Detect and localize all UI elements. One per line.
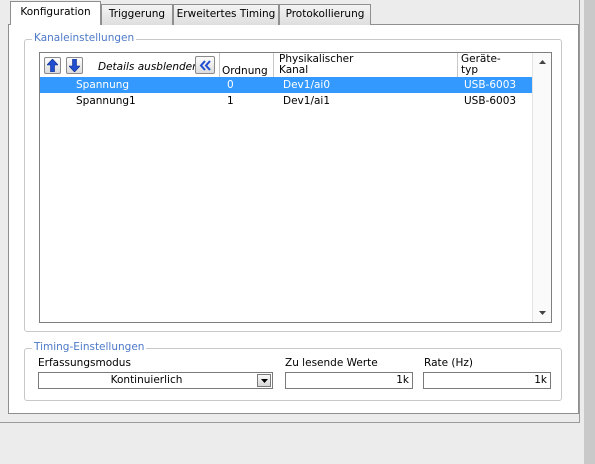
details-toggle-label: Details ausblenden: [98, 61, 199, 73]
chevron-down-icon: [260, 378, 268, 383]
device-type-cell: USB-6003: [464, 95, 517, 107]
scroll-down-icon: [538, 311, 546, 315]
physical-channel-cell: Dev1/ai1: [283, 95, 331, 107]
channel-name-cell: Spannung: [76, 79, 130, 91]
channel-name-cell: Spannung1: [76, 95, 136, 107]
channel-settings-label: Kanaleinstellungen: [32, 32, 137, 44]
channel-settings-group: Kanaleinstellungen Details ausblenden Or…: [24, 32, 562, 332]
tab-panel-konfiguration: Kanaleinstellungen Details ausblenden Or…: [8, 24, 579, 414]
arrow-up-icon: [47, 59, 58, 72]
timing-settings-group: Timing-Einstellungen Erfassungsmodus Kon…: [24, 341, 562, 401]
device-type-cell: USB-6003: [464, 79, 517, 91]
rate-input[interactable]: 1k: [423, 372, 551, 389]
table-row[interactable]: Spannung 0 Dev1/ai0 USB-6003: [40, 77, 532, 93]
hide-details-button[interactable]: [195, 56, 215, 74]
scroll-up-icon: [538, 60, 546, 64]
tab-konfiguration[interactable]: Konfiguration: [10, 1, 101, 25]
window-edge-line: [579, 0, 580, 422]
move-up-button[interactable]: [44, 57, 61, 74]
acquisition-mode-label: Erfassungsmodus: [38, 357, 131, 369]
bottom-area: [0, 423, 584, 464]
window-edge-shade: [584, 0, 595, 464]
column-divider: [457, 53, 458, 77]
scroll-down-button[interactable]: [533, 306, 551, 320]
tab-protokollierung[interactable]: Protokollierung: [279, 4, 371, 25]
column-header-order[interactable]: Ordnung: [222, 66, 268, 77]
order-cell: 1: [227, 95, 234, 107]
column-divider: [219, 53, 220, 77]
acquisition-mode-value: Kontinuierlich: [110, 374, 183, 386]
acquisition-mode-select[interactable]: Kontinuierlich: [38, 372, 273, 389]
dropdown-button[interactable]: [257, 374, 271, 387]
move-down-button[interactable]: [66, 57, 83, 74]
samples-to-read-label: Zu lesende Werte: [285, 357, 378, 369]
channel-table[interactable]: Details ausblenden Ordnung Physikalische…: [39, 52, 552, 323]
arrow-down-icon: [69, 59, 80, 72]
rate-label: Rate (Hz): [424, 357, 474, 369]
order-cell: 0: [227, 79, 234, 91]
column-header-device-type-line2: typ: [461, 64, 478, 76]
physical-channel-cell: Dev1/ai0: [283, 79, 331, 91]
timing-settings-label: Timing-Einstellungen: [32, 341, 147, 353]
double-chevron-left-icon: [199, 59, 211, 71]
column-divider: [273, 53, 274, 77]
scroll-up-button[interactable]: [533, 55, 551, 69]
column-header-physical-channel-line2: Kanal: [279, 64, 309, 76]
table-vertical-scrollbar[interactable]: [532, 53, 551, 322]
samples-to-read-input[interactable]: 1k: [285, 372, 413, 389]
tab-erweitertes-timing[interactable]: Erweitertes Timing: [173, 4, 279, 25]
tab-triggerung[interactable]: Triggerung: [101, 4, 173, 25]
table-row[interactable]: Spannung1 1 Dev1/ai1 USB-6003: [40, 93, 532, 109]
